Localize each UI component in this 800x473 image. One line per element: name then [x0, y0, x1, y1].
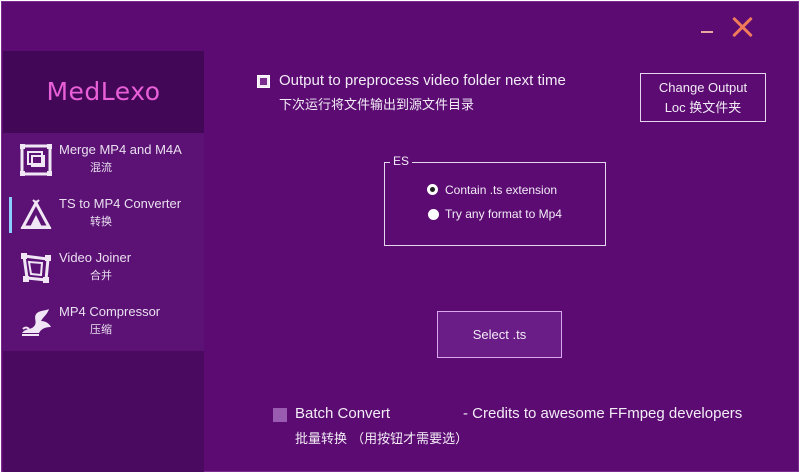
sidebar-item-sublabel: 混流 — [90, 161, 112, 174]
active-indicator — [9, 197, 12, 233]
close-icon[interactable] — [731, 16, 753, 38]
es-groupbox — [384, 162, 606, 246]
sidebar-nav: Merge MP4 and M4A 混流 TS to MP4 Converter… — [3, 133, 204, 351]
any-format-radio[interactable] — [428, 209, 439, 220]
batch-convert-sublabel: 批量转换 （用按钮才需要选） — [295, 432, 469, 447]
compress-icon — [22, 309, 51, 336]
minimize-icon[interactable] — [699, 14, 717, 38]
credits-text: - Credits to awesome FFmpeg developers — [463, 405, 743, 422]
contain-ts-label: Contain .ts extension — [445, 183, 558, 197]
sidebar-item-label: MP4 Compressor — [59, 304, 161, 319]
sidebar-footer — [3, 351, 204, 472]
batch-convert-label: Batch Convert — [295, 405, 391, 422]
change-output-label-1: Change Output — [658, 80, 748, 95]
sidebar-item-label: TS to MP4 Converter — [59, 196, 182, 211]
select-ts-button[interactable]: Select .ts — [437, 311, 562, 358]
sidebar-item-merge[interactable]: Merge MP4 and M4A 混流 — [3, 133, 204, 187]
contain-ts-radio[interactable] — [427, 184, 438, 195]
convert-icon — [20, 199, 52, 229]
any-format-label: Try any format to Mp4 — [445, 207, 562, 221]
change-output-button[interactable]: Change Output Loc 换文件夹 — [640, 73, 766, 122]
change-output-label-2: Loc 换文件夹 — [664, 100, 742, 115]
brand-logo: MedLexo — [3, 51, 204, 133]
sidebar-item-sublabel: 压缩 — [90, 323, 112, 336]
sidebar: MedLexo Merge MP4 and M4A 混流 TS to MP4 C… — [3, 51, 204, 472]
output-to-source-checkbox[interactable] — [257, 75, 270, 88]
sidebar-item-video-joiner[interactable]: Video Joiner 合并 — [3, 241, 204, 295]
merge-icon — [20, 144, 52, 176]
batch-convert-checkbox[interactable] — [273, 408, 287, 422]
es-group-title: ES — [390, 154, 413, 168]
output-to-source-label: Output to preprocess video folder next t… — [279, 72, 566, 89]
join-icon — [21, 253, 51, 283]
sidebar-item-sublabel: 合并 — [90, 269, 112, 282]
sidebar-item-label: Video Joiner — [59, 250, 132, 265]
output-to-source-sublabel: 下次运行将文件输出到源文件目录 — [279, 98, 475, 113]
sidebar-item-ts-converter[interactable]: TS to MP4 Converter 转换 — [3, 187, 204, 241]
app-window: MedLexo Merge MP4 and M4A 混流 TS to MP4 C… — [1, 1, 799, 472]
sidebar-item-compressor[interactable]: MP4 Compressor 压缩 — [3, 295, 204, 349]
sidebar-item-sublabel: 转换 — [90, 215, 112, 228]
sidebar-item-label: Merge MP4 and M4A — [59, 142, 182, 157]
